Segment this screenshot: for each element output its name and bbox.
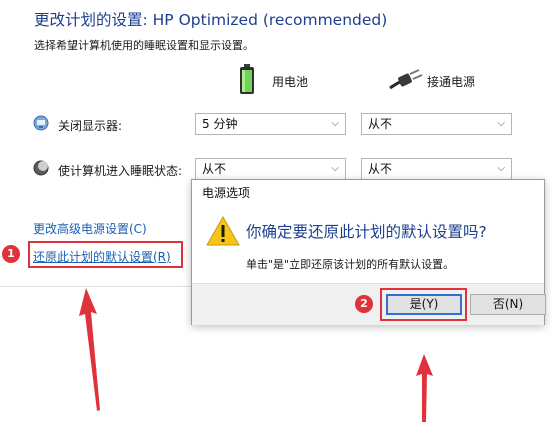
chevron-down-icon: ⌵: [497, 163, 505, 174]
dialog-title: 电源选项: [202, 186, 251, 200]
select-value: 从不: [368, 117, 393, 131]
yes-button[interactable]: 是(Y): [386, 294, 462, 315]
dialog-message: 单击"是"立即还原该计划的所有默认设置。: [246, 258, 455, 271]
annotation-arrow-1: [70, 288, 110, 413]
turn-off-display-label: 关闭显示器:: [58, 119, 123, 133]
annotation-arrow-2: [410, 354, 436, 422]
chevron-down-icon: ⌵: [497, 118, 505, 129]
chevron-down-icon: ⌵: [331, 118, 339, 129]
page-subtitle: 选择希望计算机使用的睡眠设置和显示设置。: [34, 39, 254, 52]
select-value: 从不: [202, 162, 227, 176]
monitor-icon: [33, 115, 49, 131]
select-value: 从不: [368, 162, 393, 176]
sleep-plugged-select[interactable]: 从不 ⌵: [361, 158, 512, 180]
restore-defaults-link[interactable]: 还原此计划的默认设置(R): [33, 248, 171, 265]
page-title: 更改计划的设置: HP Optimized (recommended): [34, 11, 388, 29]
battery-icon: [237, 64, 257, 94]
display-battery-select[interactable]: 5 分钟 ⌵: [195, 113, 346, 135]
power-plug-icon: [388, 68, 424, 92]
display-plugged-select[interactable]: 从不 ⌵: [361, 113, 512, 135]
chevron-down-icon: ⌵: [331, 163, 339, 174]
dialog-question: 你确定要还原此计划的默认设置吗?: [246, 223, 487, 241]
select-value: 5 分钟: [202, 117, 238, 131]
warning-icon: [206, 215, 240, 246]
power-options-dialog: 电源选项 你确定要还原此计划的默认设置吗? 单击"是"立即还原该计划的所有默认设…: [191, 179, 546, 325]
sleep-battery-select[interactable]: 从不 ⌵: [195, 158, 346, 180]
section-divider: [0, 286, 191, 287]
moon-icon: [33, 160, 49, 176]
battery-column-label: 用电池: [272, 75, 309, 89]
sleep-label: 使计算机进入睡眠状态:: [58, 164, 183, 178]
no-button[interactable]: 否(N): [470, 294, 546, 315]
dialog-footer: 是(Y) 否(N) 2: [192, 283, 546, 325]
annotation-badge-2: 2: [355, 295, 373, 313]
plugged-column-label: 接通电源: [427, 75, 476, 89]
annotation-badge-1: 1: [2, 245, 20, 263]
advanced-power-settings-link[interactable]: 更改高级电源设置(C): [33, 220, 147, 237]
